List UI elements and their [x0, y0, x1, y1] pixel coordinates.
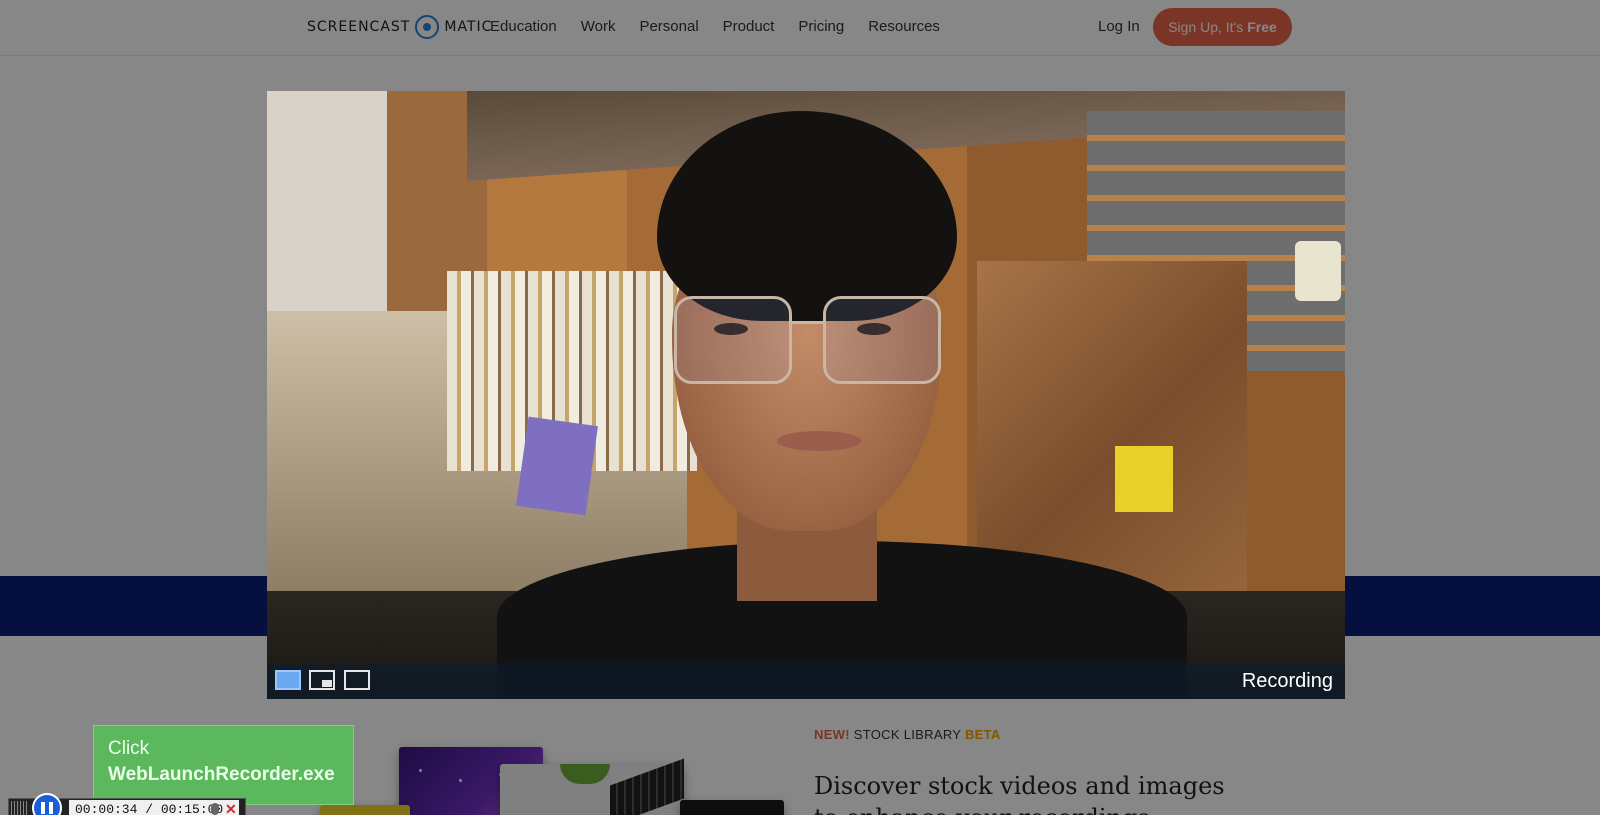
person-mouth [777, 431, 861, 451]
drag-grip-icon[interactable] [11, 801, 29, 815]
launch-prompt-line1: Click [108, 738, 150, 759]
launch-prompt-filename: WebLaunchRecorder.exe [108, 764, 335, 785]
microphone-icon[interactable] [211, 803, 219, 815]
webcam-yellow-note [1115, 446, 1173, 512]
recording-status-label: Recording [1241, 670, 1333, 692]
recorder-control-bar: 00:00:34 / 00:15:00 ✕ [8, 793, 246, 815]
pause-icon-bar-right [49, 802, 53, 814]
screen-only-view-icon[interactable] [344, 670, 370, 690]
webcam-preview: Recording [267, 91, 1345, 699]
webcam-control-bar [267, 663, 1345, 699]
pause-icon-bar-left [41, 802, 45, 814]
glasses-bridge [789, 321, 825, 324]
web-launch-recorder-prompt[interactable]: Click WebLaunchRecorder.exe [93, 725, 354, 805]
glasses-right-lens [823, 296, 941, 384]
glasses-left-lens [674, 296, 792, 384]
webcam-lamp [1295, 241, 1341, 301]
pause-button[interactable] [32, 793, 62, 815]
fullscreen-webcam-view-icon[interactable] [275, 670, 301, 690]
picture-in-picture-view-icon[interactable] [309, 670, 335, 690]
cancel-recording-icon[interactable]: ✕ [225, 801, 237, 815]
webcam-purple-paper [516, 416, 598, 516]
